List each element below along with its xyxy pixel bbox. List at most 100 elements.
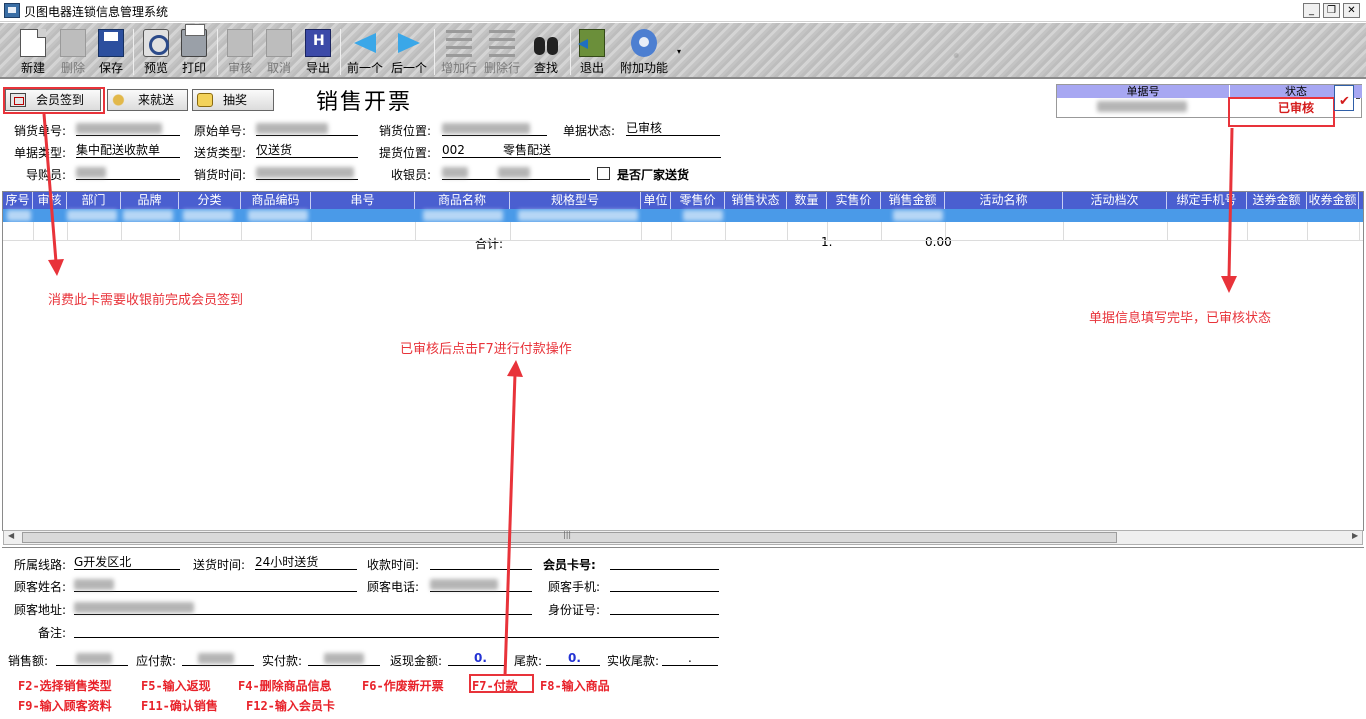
scroll-left-icon[interactable]: ◀ [8, 531, 14, 540]
grid-col-divider [311, 222, 312, 240]
delete-row-button[interactable]: 删除行 [481, 25, 523, 77]
grid-col-17[interactable]: 活动档次 [1063, 192, 1167, 209]
paid-field[interactable] [308, 651, 380, 666]
fkey-f5[interactable]: F5-输入返现 [141, 677, 211, 694]
unapprove-button[interactable]: 取消 [261, 25, 297, 77]
export-button[interactable]: 导出 [300, 25, 336, 77]
pick-loc-code: 002 [442, 143, 465, 157]
grid-col-11[interactable]: 零售价 [671, 192, 725, 209]
grid-col-16[interactable]: 活动名称 [945, 192, 1063, 209]
horizontal-scrollbar[interactable]: ◀ ▶ [3, 530, 1363, 545]
orig-no-label: 原始单号: [194, 124, 247, 138]
grid-col-8[interactable]: 商品名称 [415, 192, 510, 209]
remark-field[interactable] [74, 623, 719, 638]
new-button[interactable]: 新建 [14, 25, 52, 77]
member-card-label: 会员卡号: [543, 558, 596, 572]
fkey-f9[interactable]: F9-输入顾客资料 [18, 697, 112, 714]
cust-name-field[interactable] [74, 577, 357, 592]
docno-value [1097, 99, 1187, 113]
grid-col-13[interactable]: 数量 [787, 192, 827, 209]
close-button[interactable]: ✕ [1343, 3, 1360, 18]
send-type-field[interactable]: 仅送货 [256, 143, 358, 158]
approve-button[interactable]: 审核 [222, 25, 258, 77]
delete-row-icon [489, 29, 515, 57]
sale-amt-field [56, 651, 128, 666]
grid-col-18[interactable]: 绑定手机号 [1167, 192, 1247, 209]
real-tail-label: 实收尾款: [607, 654, 660, 668]
fkey-f4[interactable]: F4-删除商品信息 [238, 677, 332, 694]
grid-col-10[interactable]: 单位 [641, 192, 671, 209]
grid-col-2[interactable]: 审核 [33, 192, 67, 209]
fkey-f6[interactable]: F6-作废新开票 [362, 677, 444, 694]
preview-button[interactable]: 预览 [138, 25, 174, 77]
floppy-disk-icon [98, 29, 124, 57]
real-tail-field[interactable]: . [662, 651, 718, 666]
cust-phone-field[interactable] [430, 577, 532, 592]
cust-addr-field[interactable] [74, 600, 532, 615]
lottery-button[interactable]: 抽奖 [192, 89, 274, 111]
delivery-button[interactable]: 来就送 [107, 89, 188, 111]
addon-dropdown-icon[interactable]: ▾ [677, 47, 681, 56]
collect-time-field[interactable] [430, 555, 532, 570]
fkey-f11[interactable]: F11-确认销售 [141, 697, 218, 714]
arrow-right-icon [396, 29, 422, 57]
grid-col-1[interactable]: 序号 [3, 192, 33, 209]
binoculars-icon [533, 29, 559, 57]
next-button[interactable]: 后一个 [388, 25, 430, 77]
sales-grid: 序号 审核 部门 品牌 分类 商品编码 串号 商品名称 规格型号 单位 零售价 销售状态 数量 实售价 销售… [2, 191, 1364, 531]
orig-no-field[interactable] [256, 121, 358, 136]
grid-col-15[interactable]: 销售金额 [881, 192, 945, 209]
grid-col-3[interactable]: 部门 [67, 192, 121, 209]
grid-col-20[interactable]: 收券金额 [1307, 192, 1359, 209]
route-field[interactable]: G开发区北 [74, 555, 180, 570]
exit-button[interactable]: 退出 [574, 25, 610, 77]
grid-total-amount: 0.00 [925, 235, 952, 249]
grid-col-5[interactable]: 分类 [179, 192, 241, 209]
id-no-field[interactable] [610, 600, 719, 615]
fkey-f12[interactable]: F12-输入会员卡 [246, 697, 335, 714]
grid-col-19[interactable]: 送券金额 [1247, 192, 1307, 209]
prev-button[interactable]: 前一个 [344, 25, 386, 77]
fkey-f8[interactable]: F8-输入商品 [540, 677, 610, 694]
grid-col-7[interactable]: 串号 [311, 192, 415, 209]
cashier-field[interactable] [442, 165, 590, 180]
sale-loc-field[interactable] [442, 121, 547, 136]
addon-button[interactable]: 附加功能 [616, 25, 672, 77]
grid-col-14[interactable]: 实售价 [827, 192, 881, 209]
export-icon [305, 29, 331, 57]
save-label: 保存 [98, 61, 123, 75]
annotation-member: 消费此卡需要收银前完成会员签到 [48, 293, 244, 308]
pick-loc-field[interactable]: 002 零售配送 [442, 143, 721, 158]
scroll-right-icon[interactable]: ▶ [1352, 531, 1358, 540]
add-row-button[interactable]: 增加行 [438, 25, 480, 77]
save-button[interactable]: 保存 [93, 25, 129, 77]
grid-col-4[interactable]: 品牌 [121, 192, 179, 209]
minimize-button[interactable]: _ [1303, 3, 1320, 18]
grid-col-9[interactable]: 规格型号 [510, 192, 641, 209]
send-time-field[interactable]: 24小时送货 [255, 555, 357, 570]
delete-button[interactable]: 删除 [54, 25, 92, 77]
doc-type-field[interactable]: 集中配送收款单 [76, 143, 180, 158]
grid-col-6[interactable]: 商品编码 [241, 192, 311, 209]
factory-send-checkbox[interactable] [597, 167, 610, 180]
prev-label: 前一个 [346, 61, 383, 75]
scrollbar-thumb[interactable] [22, 530, 1117, 543]
restore-button[interactable]: ❐ [1323, 3, 1340, 18]
print-button[interactable]: 打印 [176, 24, 212, 77]
grid-header: 序号 审核 部门 品牌 分类 商品编码 串号 商品名称 规格型号 单位 零售价 销售状态 数量 实售价 销售… [3, 192, 1363, 209]
cust-mobile-field[interactable] [610, 577, 719, 592]
find-button[interactable]: 查找 [528, 25, 564, 77]
sale-time-field[interactable] [256, 165, 358, 180]
member-card-field[interactable] [610, 555, 719, 570]
grid-col-12[interactable]: 销售状态 [725, 192, 787, 209]
highlight-status [1228, 97, 1335, 127]
table-row[interactable] [3, 209, 1363, 222]
guide-field[interactable] [76, 165, 180, 180]
cashback-field[interactable]: 0. [448, 651, 506, 666]
highlight-f7 [469, 674, 534, 693]
fkey-f2[interactable]: F2-选择销售类型 [18, 677, 112, 694]
sale-no-field[interactable] [76, 121, 180, 136]
page-title: 销售开票 [316, 90, 413, 115]
pick-loc-label: 提货位置: [379, 146, 432, 160]
print-label: 打印 [181, 61, 206, 75]
